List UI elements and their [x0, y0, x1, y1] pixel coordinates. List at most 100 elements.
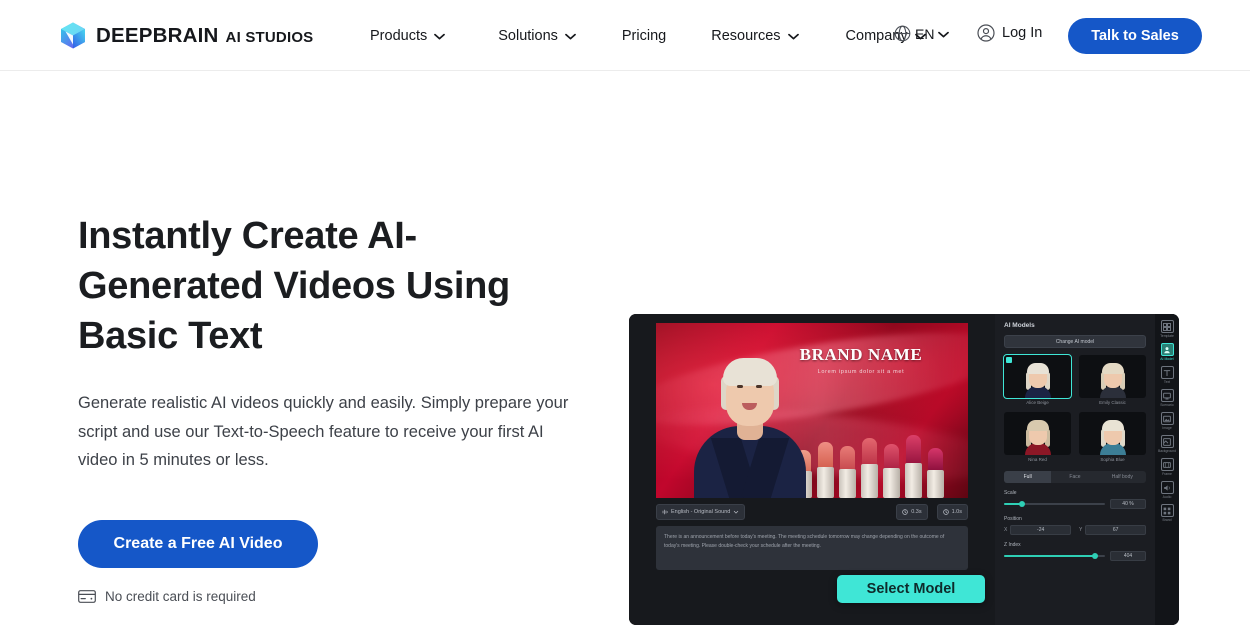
- mockup-right-panel: AI Models Change AI model Alice Beige Em…: [995, 314, 1179, 625]
- rail-item-background[interactable]: Background: [1156, 435, 1178, 454]
- ai-model-card-2[interactable]: Nina Red: [1004, 412, 1071, 462]
- hero-copy: Instantly Create AI-Generated Videos Usi…: [78, 211, 598, 604]
- rail-item-ai-model[interactable]: AI Model: [1156, 343, 1178, 362]
- video-preview-canvas[interactable]: BRAND NAME Lorem ipsum dolor sit a met: [656, 323, 968, 498]
- clip-duration-badge-1[interactable]: 0.3s: [896, 503, 928, 520]
- no-credit-card-note: No credit card is required: [78, 589, 598, 604]
- selected-check-icon: [1006, 357, 1012, 363]
- site-header: DEEPBRAIN AI STUDIOS Products Solutions …: [0, 0, 1250, 71]
- rail-label-frame: Frame: [1162, 472, 1172, 476]
- rail-item-brand[interactable]: Brand: [1156, 504, 1178, 523]
- cube-logo-icon: [61, 22, 85, 49]
- bg-icon: [1160, 435, 1174, 448]
- credit-card-icon: [78, 589, 96, 603]
- chevron-down-icon: [734, 510, 739, 514]
- zindex-slider[interactable]: [1004, 552, 1105, 560]
- audio-icon: [1160, 481, 1174, 494]
- nav-label-resources: Resources: [711, 27, 781, 44]
- rail-item-audio[interactable]: Audio: [1156, 481, 1178, 500]
- tab-face[interactable]: Face: [1051, 471, 1098, 483]
- clip-duration-badge-2[interactable]: 1.0s: [936, 503, 968, 520]
- mockup-editor-area: BRAND NAME Lorem ipsum dolor sit a met E…: [629, 314, 995, 625]
- clock-icon: [942, 508, 949, 515]
- rail-item-scenario[interactable]: Scenario: [1156, 389, 1178, 408]
- scale-control: Scale 40 %: [1004, 490, 1146, 509]
- voice-language-chip[interactable]: English - Original Sound: [656, 503, 746, 520]
- scale-value[interactable]: 40 %: [1110, 499, 1146, 509]
- nav-item-pricing[interactable]: Pricing: [622, 28, 666, 44]
- preview-toolbar: English - Original Sound 0.3s 1.0s: [656, 502, 968, 521]
- rail-item-text[interactable]: Text: [1156, 366, 1178, 385]
- model-view-tabs: Full Face Half body: [1004, 471, 1146, 483]
- preview-ai-presenter: [686, 338, 814, 498]
- clip-duration-label-1: 0.3s: [911, 508, 922, 515]
- main-navigation: Products Solutions Pricing Resources Com…: [370, 0, 926, 71]
- rail-label-ai-model: AI Model: [1160, 357, 1174, 361]
- rail-label-brand: Brand: [1162, 518, 1172, 522]
- user-circle-icon: [977, 24, 995, 42]
- rail-label-scenario: Scenario: [1160, 403, 1174, 407]
- brand-name: DEEPBRAIN: [96, 23, 219, 47]
- brand-subtitle: AI STUDIOS: [225, 28, 314, 46]
- hero-section: Instantly Create AI-Generated Videos Usi…: [0, 71, 1250, 630]
- zindex-value[interactable]: 404: [1110, 551, 1146, 561]
- position-x-value[interactable]: -24: [1010, 525, 1071, 535]
- position-y-axis-label: Y: [1079, 527, 1083, 533]
- language-label: EN: [915, 25, 935, 42]
- brand-icon: [1160, 504, 1174, 517]
- nav-label-pricing: Pricing: [621, 27, 667, 44]
- tab-full[interactable]: Full: [1004, 471, 1052, 483]
- editor-tool-rail: Template AI Model Text Scenario Image Ba…: [1155, 314, 1179, 625]
- ai-models-panel-title: AI Models: [1004, 322, 1035, 329]
- position-control: Position X -24 Y 67: [1004, 516, 1146, 535]
- chevron-down-icon: [434, 33, 446, 40]
- rail-item-image[interactable]: Image: [1156, 412, 1178, 431]
- image-icon: [1160, 412, 1174, 425]
- ai-model-card-1[interactable]: Emily Classic: [1079, 355, 1146, 405]
- login-link[interactable]: Log In: [977, 24, 1042, 42]
- zindex-label: Z Index: [1004, 542, 1021, 548]
- rail-item-frame[interactable]: Frame: [1156, 458, 1178, 477]
- scale-slider[interactable]: [1004, 500, 1105, 508]
- rail-item-template[interactable]: Template: [1156, 320, 1178, 339]
- avatar-icon: [1160, 343, 1174, 356]
- rail-label-text: Text: [1163, 380, 1171, 384]
- scale-label: Scale: [1004, 490, 1017, 496]
- rail-label-background: Background: [1157, 449, 1177, 453]
- login-label: Log In: [1002, 25, 1043, 41]
- nav-item-products[interactable]: Products: [370, 27, 446, 44]
- ai-models-panel: AI Models Change AI model Alice Beige Em…: [995, 314, 1155, 625]
- position-y-value[interactable]: 67: [1085, 525, 1146, 535]
- chevron-down-icon: [565, 33, 576, 40]
- text-icon: [1160, 366, 1174, 379]
- templates-icon: [1160, 320, 1174, 333]
- clock-icon: [902, 508, 908, 515]
- nav-item-resources[interactable]: Resources: [711, 27, 799, 44]
- create-free-ai-video-button[interactable]: Create a Free AI Video: [78, 519, 318, 568]
- talk-to-sales-button[interactable]: Talk to Sales: [1068, 18, 1202, 54]
- script-textarea[interactable]: There is an announcement before today's …: [656, 526, 968, 570]
- ai-model-card-0[interactable]: Alice Beige: [1003, 354, 1072, 405]
- clip-duration-label-2: 1.0s: [951, 508, 962, 515]
- chevron-down-icon: [938, 31, 950, 38]
- rail-label-template: Template: [1160, 334, 1174, 338]
- nav-label-solutions: Solutions: [498, 27, 558, 44]
- position-label: Position: [1004, 516, 1022, 522]
- tab-half-body[interactable]: Half body: [1099, 471, 1146, 483]
- frame-icon: [1160, 458, 1174, 471]
- language-selector[interactable]: EN: [894, 25, 950, 42]
- page-title: Instantly Create AI-Generated Videos Usi…: [78, 215, 510, 357]
- position-x-axis-label: X: [1004, 527, 1008, 533]
- select-model-button[interactable]: Select Model: [837, 575, 985, 603]
- ai-model-grid: Alice Beige Emily Classic Nina Red Sophi…: [1003, 354, 1146, 462]
- ai-model-card-3[interactable]: Sophia Blue: [1079, 412, 1146, 462]
- nav-label-products: Products: [370, 27, 428, 44]
- product-mockup: BRAND NAME Lorem ipsum dolor sit a met E…: [629, 314, 1179, 625]
- nav-item-solutions[interactable]: Solutions: [498, 28, 576, 44]
- preview-lipstick-product-image: [791, 420, 966, 498]
- brand-logo[interactable]: DEEPBRAIN AI STUDIOS: [59, 21, 313, 50]
- ai-model-label-3: Sophia Blue: [1100, 457, 1125, 462]
- ai-model-label-2: Nina Red: [1028, 457, 1047, 462]
- voice-language-label: English - Original Sound: [671, 508, 731, 515]
- change-ai-model-button[interactable]: Change AI model: [1004, 335, 1146, 348]
